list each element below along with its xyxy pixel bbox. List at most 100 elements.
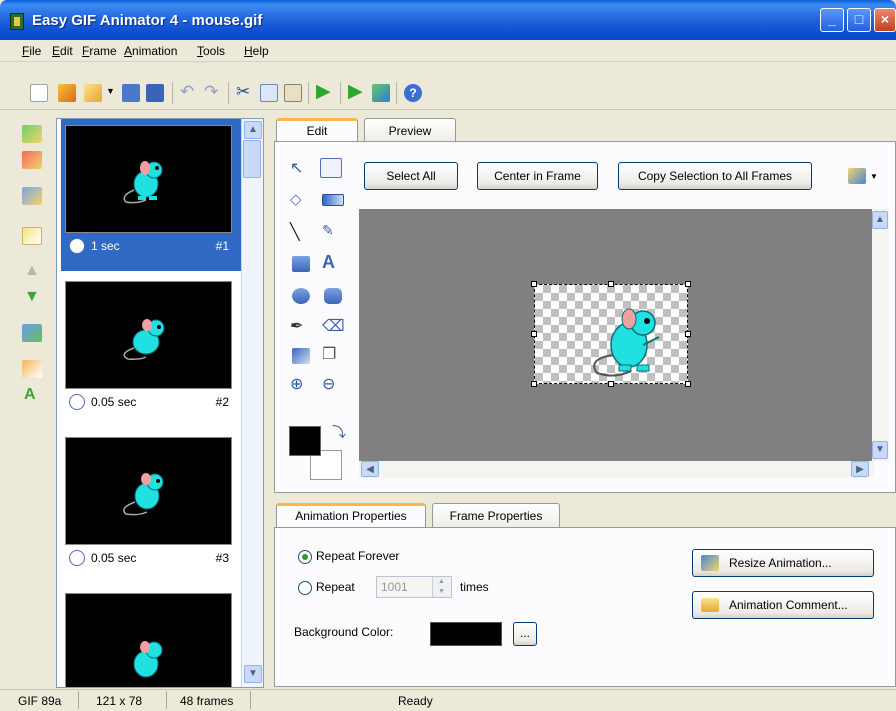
repeat-radio[interactable] [298,581,312,595]
dropdown-arrow-icon[interactable]: ▼ [106,86,115,96]
scroll-up-icon[interactable]: ▲ [244,121,262,139]
menu-animation[interactable]: Animation [124,44,177,58]
menu-edit[interactable]: Edit [52,44,73,58]
color-picker-icon[interactable]: ✒ [290,316,312,336]
minimize-button[interactable]: _ [820,8,844,32]
repeat-count-value: 1001 [381,580,408,594]
delete-frame-icon[interactable] [22,151,42,169]
scroll-left-icon[interactable]: ◀ [361,461,379,477]
text-banner-icon[interactable]: A [24,386,36,404]
cut-icon[interactable]: ✂ [236,82,250,102]
image-menu-icon[interactable] [848,168,866,184]
save-as-icon[interactable] [146,84,164,102]
preview-browser-icon[interactable]: ▶ [348,80,363,103]
frame-selection[interactable] [534,284,688,384]
resize-handle[interactable] [608,381,614,387]
repeat-forever-label[interactable]: Repeat Forever [316,549,399,563]
resize-handle[interactable] [685,381,691,387]
repeat-label[interactable]: Repeat [316,580,355,594]
eraser-tool-icon[interactable]: ⌫ [322,316,345,336]
reverse-frames-icon[interactable] [22,324,42,342]
image-tool-icon[interactable] [292,348,310,364]
menu-file[interactable]: File [22,44,41,58]
zoom-in-icon[interactable]: ⊕ [290,374,312,394]
open-icon[interactable] [84,84,102,102]
tab-frame-properties[interactable]: Frame Properties [432,503,560,529]
optimize-icon[interactable] [372,84,390,102]
frame-duration[interactable]: 0.05 sec [91,395,136,409]
select-rect-tool-icon[interactable] [320,158,342,178]
line-tool-icon[interactable]: ╲ [290,222,312,242]
frame-item[interactable] [61,587,241,687]
resize-handle[interactable] [531,381,537,387]
swap-colors-icon[interactable]: ⤵ [332,422,346,442]
pointer-tool-icon[interactable]: ↖ [290,158,312,178]
mouse-image [123,473,164,516]
frames-list[interactable]: 1 sec #1 0.05 sec #2 0.05 sec #3 [56,118,264,688]
rectangle-tool-icon[interactable] [292,256,310,272]
paste-icon[interactable] [284,84,302,102]
move-up-icon[interactable]: ▲ [24,262,40,280]
resize-icon [701,555,719,571]
resize-animation-button[interactable]: Resize Animation... [692,549,874,577]
canvas-horizontal-scrollbar[interactable]: ◀ ▶ [359,461,874,478]
redo-icon[interactable]: ↷ [204,82,218,102]
effects-icon[interactable] [22,360,42,378]
tab-animation-properties[interactable]: Animation Properties [276,503,426,529]
mouse-image [123,161,163,204]
frame-item[interactable]: 0.05 sec #3 [61,431,241,583]
insert-frames-icon[interactable] [22,187,42,205]
undo-icon[interactable]: ↶ [180,82,194,102]
center-in-frame-button[interactable]: Center in Frame [477,162,598,190]
close-button[interactable]: × [874,8,896,32]
menu-tools[interactable]: Tools [197,44,225,58]
pencil-tool-icon[interactable]: ✎ [322,222,344,242]
frames-scrollbar[interactable]: ▲ ▼ [241,119,263,687]
animation-comment-button[interactable]: Animation Comment... [692,591,874,619]
status-state: Ready [398,694,433,708]
background-color-box[interactable] [430,622,502,646]
scroll-down-icon[interactable]: ▼ [872,441,888,459]
open-wizard-icon[interactable] [58,84,76,102]
rounded-rect-tool-icon[interactable] [324,288,342,304]
repeat-count-spinner[interactable]: ▲ ▼ [432,577,450,597]
browse-color-button[interactable]: ... [513,622,537,646]
move-down-icon[interactable]: ▼ [24,288,40,306]
maximize-button[interactable]: □ [847,8,871,32]
new-icon[interactable] [30,84,48,102]
scroll-right-icon[interactable]: ▶ [851,461,869,477]
text-tool-icon[interactable]: A [322,252,344,272]
frame-duration[interactable]: 1 sec [91,239,120,253]
transparency-tool-icon[interactable]: ❐ [322,344,344,364]
fill-bucket-icon[interactable]: ◇ [290,190,312,210]
blank-frame-icon[interactable] [22,227,42,245]
copy-icon[interactable] [260,84,278,102]
frame-duration[interactable]: 0.05 sec [91,551,136,565]
gradient-tool-icon[interactable] [322,194,344,206]
play-icon[interactable]: ▶ [316,80,331,103]
resize-handle[interactable] [531,281,537,287]
save-icon[interactable] [122,84,140,102]
resize-handle[interactable] [685,281,691,287]
scroll-up-icon[interactable]: ▲ [872,211,888,229]
add-frame-icon[interactable] [22,125,42,143]
resize-handle[interactable] [608,281,614,287]
menu-frame[interactable]: Frame [82,44,117,58]
ellipse-tool-icon[interactable] [292,288,310,304]
status-frames: 48 frames [180,694,234,708]
help-icon[interactable]: ? [404,84,422,102]
canvas-vertical-scrollbar[interactable]: ▲ ▼ [872,209,889,461]
resize-handle[interactable] [685,331,691,337]
resize-handle[interactable] [531,331,537,337]
zoom-out-icon[interactable]: ⊖ [322,374,344,394]
repeat-forever-radio[interactable] [298,550,312,564]
menu-help[interactable]: Help [244,44,269,58]
scroll-down-icon[interactable]: ▼ [244,665,262,683]
dropdown-arrow-icon[interactable]: ▼ [870,172,878,181]
frames-scroll-thumb[interactable] [243,140,261,178]
copy-selection-button[interactable]: Copy Selection to All Frames [618,162,812,190]
frame-item[interactable]: 1 sec #1 [61,119,241,271]
select-all-button[interactable]: Select All [364,162,458,190]
foreground-color-swatch[interactable] [289,426,321,456]
frame-item[interactable]: 0.05 sec #2 [61,275,241,427]
